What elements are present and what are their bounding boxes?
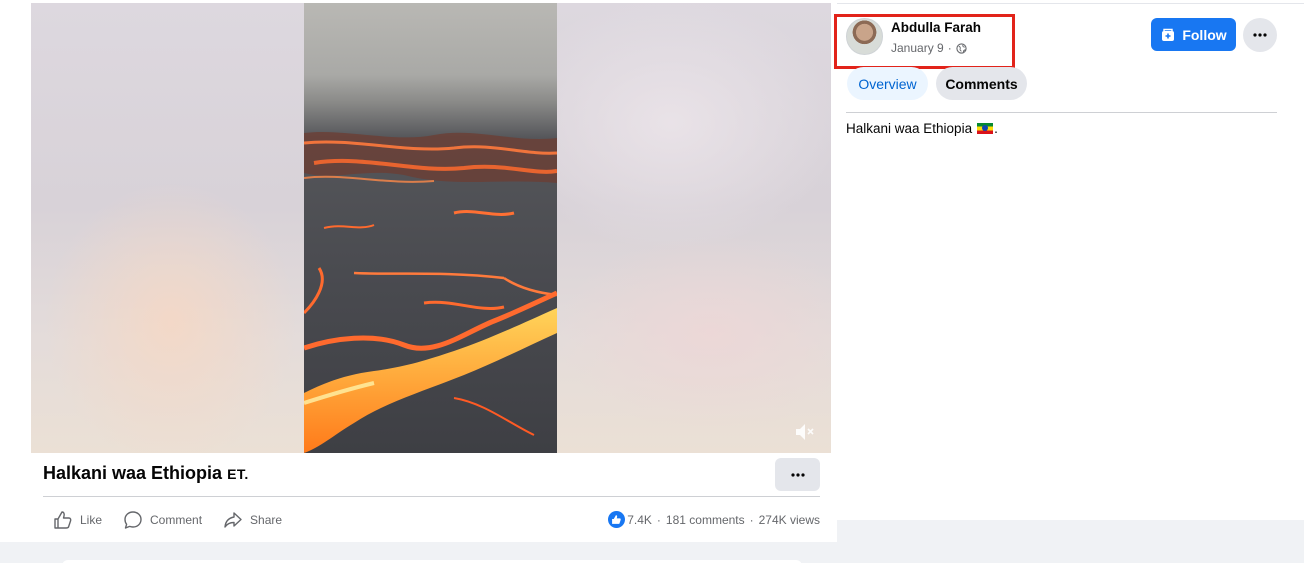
post-more-button[interactable] [775,458,820,491]
panel-top-rule [837,3,1304,4]
view-count: 274K views [758,512,820,527]
follow-label: Follow [1182,26,1227,43]
share-arrow-icon [222,509,244,531]
like-label: Like [80,513,103,527]
stats-separator: · [656,512,661,527]
post-title: Halkani waa Ethiopia ET. [43,463,249,484]
comment-label: Comment [150,513,203,527]
comment-button[interactable]: Comment [122,509,202,531]
action-bar: Like Comment Share [52,507,302,533]
ethiopia-flag-icon [977,123,994,134]
caption-text: Halkani waa Ethiopia [846,121,973,136]
video-frame [304,3,557,453]
engagement-stats: 7.4K · 181 comments · 274K views [608,511,820,528]
more-options-button[interactable] [1243,18,1277,52]
like-button[interactable]: Like [52,509,102,531]
reaction-count[interactable]: 7.4K [627,513,652,527]
share-label: Share [250,513,283,527]
video-player[interactable] [31,3,831,453]
feed-background [0,542,1304,563]
stats-separator: · [749,512,754,527]
panel-background [837,520,1304,542]
follow-page-icon [1162,28,1175,41]
post-caption: Halkani waa Ethiopia . [846,121,998,136]
thumbs-up-icon [52,509,74,531]
author-highlight-box [834,14,1015,69]
follow-button[interactable]: Follow [1151,18,1236,51]
caption-end: . [994,121,998,136]
speaker-muted-icon[interactable] [793,421,817,443]
post-title-flag-text: ET. [227,466,249,482]
comment-count[interactable]: 181 comments [666,513,745,527]
tab-overview[interactable]: Overview [847,67,928,100]
tab-comments[interactable]: Comments [936,67,1027,100]
like-reaction-icon [608,511,626,528]
divider [43,496,820,497]
ellipsis-icon [1253,33,1267,37]
post-title-text: Halkani waa Ethiopia [43,463,223,483]
share-button[interactable]: Share [222,509,282,531]
ellipsis-icon [790,472,805,477]
panel-divider [846,112,1277,113]
comment-bubble-icon [122,509,144,531]
